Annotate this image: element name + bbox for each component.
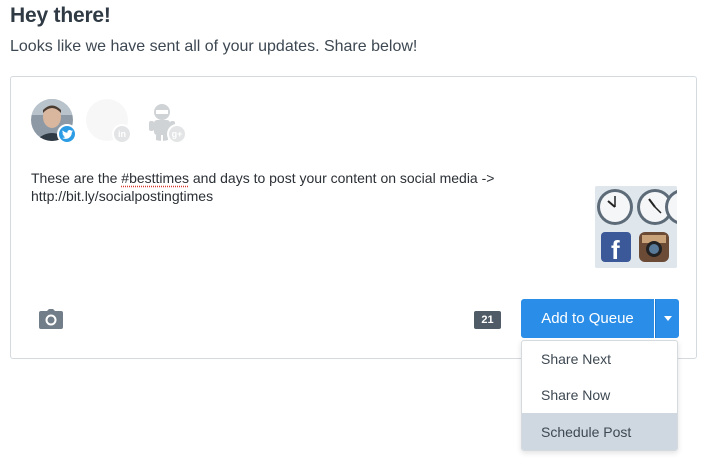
svg-text:f: f [611, 235, 620, 265]
menu-item-share-now[interactable]: Share Now [522, 377, 677, 413]
add-to-queue-button[interactable]: Add to Queue [521, 299, 654, 338]
profile-avatar-google-plus[interactable]: g+ [141, 99, 187, 144]
clocks-facebook-instagram-image: f [595, 186, 677, 268]
update-composer: in g+ These are the #besttimes and days … [10, 76, 697, 359]
hashtag: #besttimes [121, 170, 189, 186]
post-text[interactable]: These are the #besttimes and days to pos… [31, 169, 551, 205]
page-title: Hey there! [10, 4, 111, 27]
google-plus-icon: g+ [167, 124, 187, 144]
twitter-icon [57, 124, 77, 144]
page-subtitle: Looks like we have sent all of your upda… [10, 38, 418, 55]
profile-avatar-linkedin[interactable]: in [86, 99, 132, 144]
character-count-badge: 21 [474, 311, 501, 329]
post-link: http://bit.ly/socialpostingtimes [31, 188, 214, 204]
menu-item-share-next[interactable]: Share Next [522, 341, 677, 377]
profile-selector: in g+ [31, 99, 201, 145]
profile-avatar-twitter[interactable] [31, 99, 77, 144]
linkedin-icon: in [112, 124, 132, 144]
link-preview-thumbnail[interactable]: f [595, 186, 677, 268]
queue-options-menu: Share Next Share Now Schedule Post [521, 340, 678, 451]
menu-item-schedule-post[interactable]: Schedule Post [522, 413, 677, 450]
chevron-down-icon [663, 316, 672, 321]
camera-icon[interactable] [39, 309, 63, 329]
queue-options-toggle[interactable] [655, 299, 679, 338]
post-text-line: These are the #besttimes and days to pos… [31, 170, 495, 186]
